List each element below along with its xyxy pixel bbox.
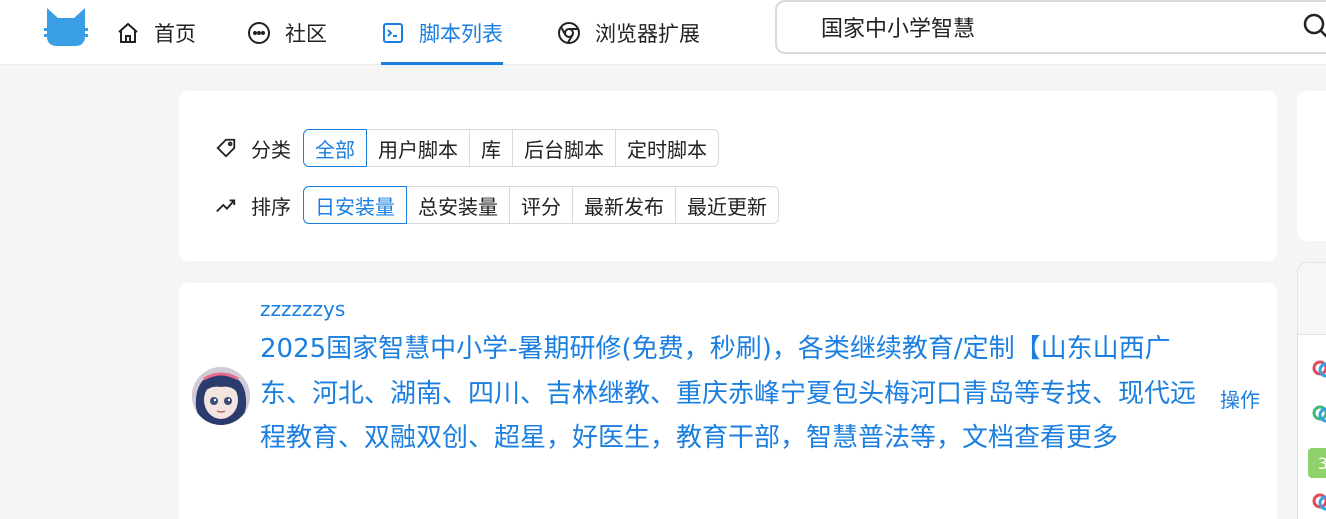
- side-list-header: [1298, 263, 1326, 335]
- sort-filter-row: 排序 日安装量 总安装量 评分 最新发布 最近更新: [215, 186, 779, 224]
- sort-options: 日安装量 总安装量 评分 最新发布 最近更新: [303, 186, 779, 224]
- category-option-scheduled-script[interactable]: 定时脚本: [615, 129, 719, 167]
- search-box: [775, 0, 1326, 54]
- search-input[interactable]: [821, 12, 1291, 42]
- chat-icon: [248, 21, 270, 44]
- script-logo-icon: [1312, 405, 1326, 423]
- filter-panel: 分类 全部 用户脚本 库 后台脚本 定时脚本 排序 日安装量 总安装量 评分 最…: [179, 91, 1277, 261]
- category-option-all[interactable]: 全部: [303, 129, 367, 167]
- side-badge: 3: [1308, 448, 1326, 478]
- category-options: 全部 用户脚本 库 后台脚本 定时脚本: [303, 129, 719, 167]
- trend-icon: [216, 199, 236, 213]
- category-label: 分类: [251, 137, 291, 162]
- author-avatar[interactable]: [192, 367, 250, 425]
- nav-label: 首页: [154, 21, 196, 46]
- side-list-panel: 3: [1297, 262, 1326, 519]
- nav-item-community[interactable]: 社区: [247, 0, 327, 65]
- side-panel: [1297, 91, 1326, 241]
- sort-option-recently-updated[interactable]: 最近更新: [675, 186, 779, 224]
- anime-avatar-icon: [192, 367, 250, 425]
- nav-label: 浏览器扩展: [595, 21, 700, 46]
- actions-button[interactable]: 操作: [1220, 384, 1260, 413]
- script-title[interactable]: 2025国家智慧中小学-暑期研修(免费，秒刷)，各类继续教育/定制【山东山西广东…: [260, 327, 1220, 461]
- script-author[interactable]: zzzzzzys: [260, 297, 345, 321]
- category-filter-row: 分类 全部 用户脚本 库 后台脚本 定时脚本: [215, 129, 719, 167]
- script-logo-icon: [1312, 360, 1326, 378]
- terminal-icon: [383, 22, 403, 43]
- sort-label: 排序: [251, 194, 291, 219]
- category-option-background-script[interactable]: 后台脚本: [512, 129, 616, 167]
- script-list-item: zzzzzzys 2025国家智慧中小学-暑期研修(免费，秒刷)，各类继续教育/…: [179, 283, 1277, 519]
- sort-option-rating[interactable]: 评分: [509, 186, 573, 224]
- sort-option-newest[interactable]: 最新发布: [572, 186, 676, 224]
- tampermonkey-cat-logo[interactable]: [44, 6, 88, 48]
- nav-label: 脚本列表: [419, 21, 503, 46]
- nav-item-scripts[interactable]: 脚本列表: [381, 0, 503, 65]
- top-navbar: 首页 社区 脚本列表 浏览器扩展: [0, 0, 1326, 65]
- sort-option-total-installs[interactable]: 总安装量: [406, 186, 510, 224]
- script-logo-icon: [1312, 493, 1326, 511]
- search-icon[interactable]: [1302, 12, 1326, 40]
- nav-item-extension[interactable]: 浏览器扩展: [557, 0, 700, 65]
- browser-icon: [558, 21, 580, 44]
- nav-item-home[interactable]: 首页: [116, 0, 196, 65]
- nav-label: 社区: [285, 21, 327, 46]
- home-icon: [118, 22, 138, 43]
- sort-option-daily-installs[interactable]: 日安装量: [303, 186, 407, 224]
- tag-icon: [216, 138, 236, 158]
- category-option-user-script[interactable]: 用户脚本: [366, 129, 470, 167]
- category-option-library[interactable]: 库: [469, 129, 513, 167]
